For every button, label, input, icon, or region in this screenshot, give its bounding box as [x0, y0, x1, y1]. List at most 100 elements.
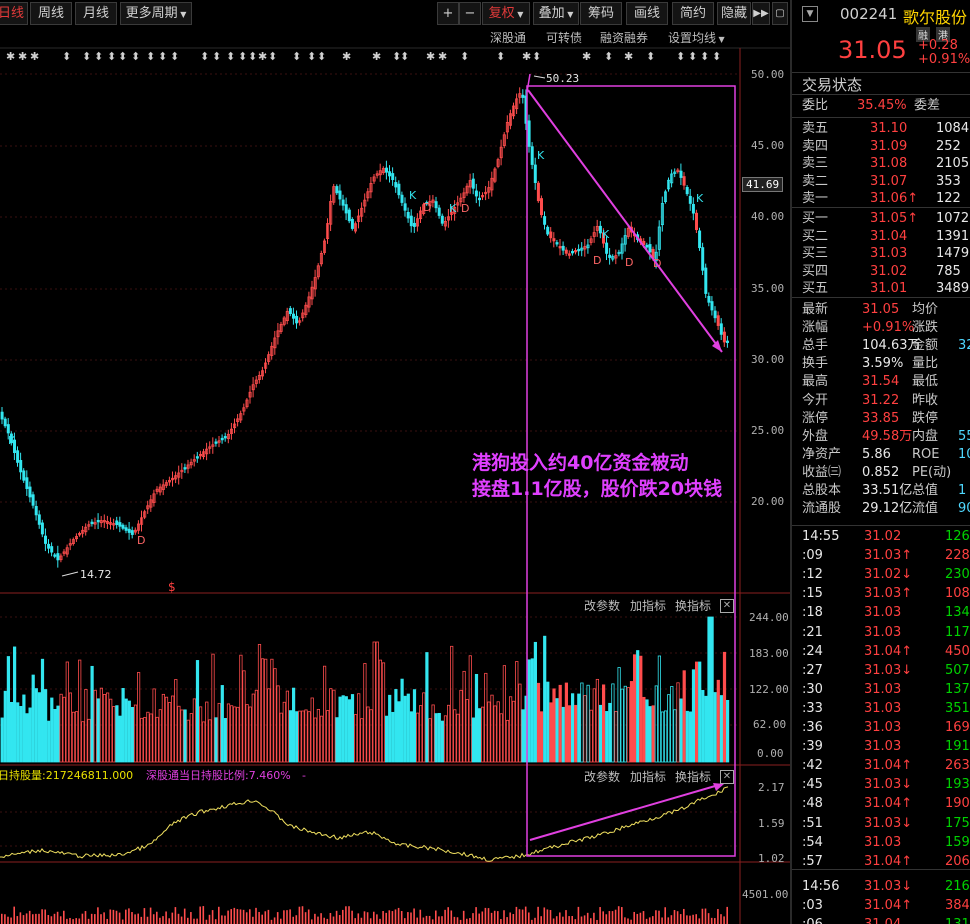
volume-bar [536, 682, 541, 763]
bottom-bar [695, 914, 697, 924]
vol-add-indicator-button[interactable]: 加指标 [630, 597, 666, 614]
volume-bar [620, 688, 624, 763]
volume-bar [31, 674, 35, 763]
volume-bar [304, 709, 308, 763]
tick-price: 31.04↑ [864, 897, 913, 913]
stat-value: 3.59% [862, 356, 904, 372]
bottom-bar [289, 909, 291, 924]
stat-value: 33.51亿 [862, 483, 913, 498]
bottom-bar [524, 906, 527, 924]
bottom-bar [227, 910, 229, 924]
volume-bar [406, 693, 410, 763]
volume-bar [62, 696, 66, 763]
volume-bar [487, 701, 491, 763]
hold-add-indicator-button[interactable]: 加指标 [630, 768, 666, 785]
tick-volume: 134 [945, 605, 970, 621]
candle-body [722, 331, 726, 343]
hold-close-icon[interactable]: ✕ [720, 770, 734, 784]
bottom-bar [252, 916, 254, 924]
star-marker: ⬍ [532, 50, 541, 63]
star-marker: ⬍ [646, 50, 655, 63]
bottom-bar [149, 907, 152, 924]
stat-value: +0.91% [862, 320, 915, 336]
bottom-bar [75, 918, 77, 924]
volume-bar [558, 684, 562, 763]
bottom-bar [723, 916, 725, 924]
volume-bar [174, 679, 178, 763]
candle-body [90, 521, 94, 525]
candle-body [388, 171, 392, 177]
stat-label: PE(动) [912, 464, 952, 480]
bottom-bar [118, 912, 121, 924]
bottom-bar [255, 907, 257, 924]
volume-bar [96, 698, 100, 763]
volume-bar [369, 709, 373, 763]
tick-volume: 191 [945, 739, 970, 755]
bottom-bar [664, 907, 666, 924]
bottom-bar [673, 910, 676, 924]
bottom-bar [264, 911, 267, 924]
volume-bar [59, 693, 63, 763]
candle-body [347, 209, 351, 222]
box-pointer [526, 73, 531, 93]
stock-name: 歌尔股份 [903, 8, 968, 27]
vol-edit-params-button[interactable]: 改参数 [584, 597, 620, 614]
hold-ratio-dash: - [302, 769, 306, 782]
bottom-bar [462, 910, 465, 924]
bottom-bar [605, 914, 608, 924]
ratio-label: 委比 [802, 98, 829, 113]
candle-body [22, 470, 26, 481]
tick-time: :36 [802, 720, 823, 735]
kline-chart[interactable]: KKKKKKDDDDDD ✱✱✱⬍⬍⬍⬍⬍⬍⬍⬍⬍⬍⬍⬍⬍⬍✱⬍⬍⬍⬍✱✱⬍⬍✱… [0, 0, 790, 924]
bottom-bar [125, 909, 127, 924]
bottom-bar [363, 911, 366, 924]
stat-row: 总手104.63万金额32 [792, 337, 970, 355]
ask-price: 31.10 [870, 121, 908, 136]
tick-time: :51 [802, 815, 823, 831]
star-marker: ⬍ [226, 50, 235, 63]
volume-bar [673, 709, 677, 763]
hold-edit-params-button[interactable]: 改参数 [584, 768, 620, 785]
candle-body [214, 441, 218, 444]
ask-volume: 122 [936, 191, 961, 207]
volume-bar [502, 665, 507, 763]
star-marker: ⬍ [158, 50, 167, 63]
bottom-bar [667, 917, 670, 924]
volume-bar [574, 704, 578, 763]
volume-bar [443, 715, 448, 763]
volume-bar [257, 644, 262, 763]
vol-close-icon[interactable]: ✕ [720, 599, 734, 613]
volume-bar [16, 702, 20, 763]
bottom-bar [726, 906, 728, 924]
star-marker: ⬍ [317, 50, 326, 63]
chart-pane[interactable]: 日线 周线 月线 更多周期 ▼ + − 复权 ▼ 叠加 ▼ 筹码 画线 简约 隐… [0, 0, 790, 924]
star-marker: ✱ [522, 50, 531, 63]
dropdown-icon[interactable]: ▼ [802, 6, 818, 22]
star-marker: ⬍ [268, 50, 277, 63]
bottom-bar [357, 913, 360, 924]
star-marker: ✱ [582, 50, 591, 63]
tick-row: :42 31.04↑ 263 [792, 757, 970, 775]
bottom-bar [329, 912, 332, 924]
vol-switch-indicator-button[interactable]: 换指标 [675, 597, 711, 614]
bottom-bar [534, 917, 536, 924]
bottom-bar [146, 916, 149, 924]
bottom-bar [608, 911, 611, 924]
stat-value: 31.54 [862, 374, 900, 390]
tick-price: 31.02 [864, 529, 902, 544]
vol-tick: 183.00 [749, 647, 789, 660]
hold-switch-indicator-button[interactable]: 换指标 [675, 768, 711, 785]
volume-bar [716, 679, 720, 763]
volume-bar [412, 689, 417, 763]
star-marker: ⬍ [200, 50, 209, 63]
tick-price: 31.03 [864, 834, 902, 850]
bottom-bar [373, 911, 375, 924]
volume-bar [177, 705, 181, 763]
bottom-bars-layer [1, 906, 728, 924]
bid-volume: 1479 [936, 246, 970, 262]
volume-bar [155, 716, 159, 763]
tick-price: 31.03↑ [864, 586, 913, 602]
volume-bar [626, 687, 631, 763]
bottom-bar [518, 909, 521, 924]
bottom-bar [642, 911, 645, 924]
